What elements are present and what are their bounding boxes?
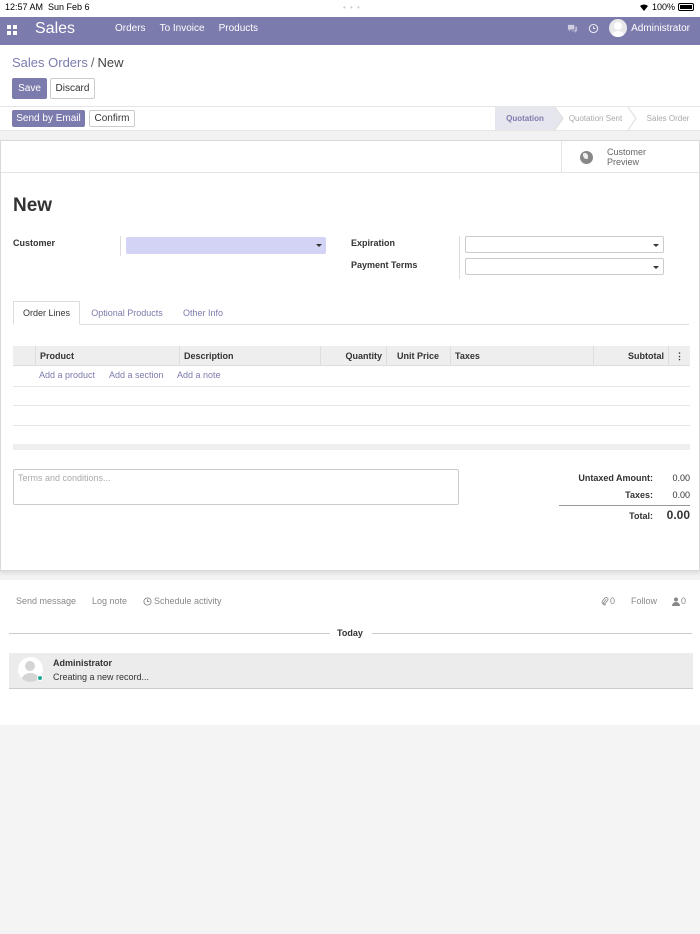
app-brand[interactable]: Sales — [35, 20, 75, 38]
status-date: Sun Feb 6 — [48, 2, 90, 12]
add-note-link[interactable]: Add a note — [177, 370, 221, 380]
confirm-button[interactable]: Confirm — [89, 110, 135, 127]
main-menu: Orders To Invoice Products — [115, 23, 258, 34]
log-note-button[interactable]: Log note — [92, 596, 127, 606]
col-quantity[interactable]: Quantity — [320, 346, 386, 366]
date-separator-label: Today — [337, 628, 363, 638]
table-row — [13, 425, 690, 426]
customer-label: Customer — [13, 238, 56, 248]
tab-order-lines[interactable]: Order Lines — [13, 301, 80, 325]
taxes-label: Taxes: — [625, 490, 653, 500]
paperclip-icon — [601, 596, 609, 605]
tab-optional-products[interactable]: Optional Products — [83, 301, 171, 325]
discard-button[interactable]: Discard — [50, 78, 95, 99]
online-status-icon — [37, 675, 43, 681]
chevron-down-icon — [653, 266, 659, 269]
customer-field[interactable] — [126, 237, 326, 254]
attachments-button[interactable]: 0 — [601, 596, 615, 606]
col-description[interactable]: Description — [179, 346, 320, 366]
column-options-icon[interactable]: ⋮ — [668, 346, 690, 366]
follow-button[interactable]: Follow — [631, 596, 657, 606]
schedule-activity-label: Schedule activity — [154, 596, 222, 606]
taxes-value: 0.00 — [672, 490, 690, 500]
notebook-tabs: Order Lines Optional Products Other Info — [13, 301, 689, 325]
col-subtotal[interactable]: Subtotal — [593, 346, 668, 366]
wifi-icon — [639, 4, 648, 11]
menu-to-invoice[interactable]: To Invoice — [160, 23, 205, 34]
col-product[interactable]: Product — [35, 346, 179, 366]
col-taxes[interactable]: Taxes — [450, 346, 593, 366]
add-product-link[interactable]: Add a product — [39, 370, 95, 380]
chatter: Send message Log note Schedule activity … — [0, 580, 700, 725]
payment-terms-label: Payment Terms — [351, 260, 418, 270]
battery-icon — [678, 3, 694, 11]
total-value: 0.00 — [666, 508, 690, 522]
add-section-link[interactable]: Add a section — [109, 370, 164, 380]
send-message-button[interactable]: Send message — [16, 596, 76, 606]
customer-preview-label-1: Customer — [607, 147, 647, 157]
form-statusbar: Send by Email Confirm Quotation Quotatio… — [0, 106, 700, 131]
record-title: New — [13, 195, 53, 216]
date-separator: Today — [0, 628, 700, 640]
attachments-count: 0 — [610, 596, 616, 606]
expiration-label: Expiration — [351, 238, 396, 248]
menu-products[interactable]: Products — [219, 23, 258, 34]
breadcrumb-sales-orders[interactable]: Sales Orders — [12, 55, 88, 70]
activity-clock-icon[interactable] — [588, 23, 599, 34]
stage-quotation[interactable]: Quotation — [495, 107, 555, 130]
user-avatar — [609, 19, 628, 37]
form-sheet: Customer Preview New Customer Expiration… — [0, 140, 700, 571]
followers-count: 0 — [681, 596, 687, 606]
messages-icon[interactable] — [567, 23, 578, 34]
followers-button[interactable]: 0 — [672, 596, 686, 606]
chatter-message: Administrator Creating a new record... — [9, 653, 693, 689]
table-header: Product Description Quantity Unit Price … — [13, 346, 690, 366]
schedule-activity-button[interactable]: Schedule activity — [143, 596, 222, 606]
customer-preview-button[interactable]: Customer Preview — [561, 141, 699, 173]
expiration-field[interactable] — [465, 236, 664, 253]
table-footer — [13, 444, 690, 450]
stage-sales-order[interactable]: Sales Order — [638, 107, 698, 130]
multitask-dots-icon: • • • — [343, 3, 361, 12]
breadcrumb: Sales Orders / New — [12, 55, 124, 70]
empty-background — [0, 725, 700, 934]
button-box: Customer Preview — [1, 141, 699, 173]
table-row — [13, 405, 690, 406]
message-author[interactable]: Administrator — [53, 658, 112, 668]
send-by-email-button[interactable]: Send by Email — [12, 110, 85, 127]
battery-percent: 100% — [651, 2, 675, 12]
untaxed-amount-label: Untaxed Amount: — [578, 473, 653, 483]
breadcrumb-current: New — [97, 55, 124, 70]
table-row — [13, 386, 690, 387]
top-navbar: Sales Orders To Invoice Products Adminis… — [0, 17, 700, 45]
breadcrumb-separator: / — [90, 55, 95, 70]
terms-and-conditions-field[interactable]: Terms and conditions... — [13, 469, 459, 505]
clock-icon — [143, 596, 152, 606]
payment-terms-field[interactable] — [465, 258, 664, 275]
user-menu[interactable]: Administrator — [609, 19, 690, 37]
message-body: Creating a new record... — [53, 672, 150, 682]
tab-other-info[interactable]: Other Info — [175, 301, 231, 325]
customer-preview-label-2: Preview — [607, 157, 640, 167]
total-label: Total: — [629, 511, 653, 521]
stage-arrow-icon — [628, 107, 637, 130]
menu-orders[interactable]: Orders — [115, 23, 146, 34]
stage-quotation-sent[interactable]: Quotation Sent — [563, 107, 628, 130]
globe-icon — [580, 150, 593, 164]
save-button[interactable]: Save — [12, 78, 47, 99]
untaxed-amount-value: 0.00 — [672, 473, 690, 483]
chevron-down-icon — [653, 244, 659, 247]
device-status-bar: 12:57 AM Sun Feb 6 • • • 100% — [0, 0, 700, 17]
user-name: Administrator — [631, 22, 690, 34]
user-icon — [672, 597, 680, 606]
col-unit-price[interactable]: Unit Price — [386, 346, 443, 366]
apps-menu-icon[interactable] — [7, 25, 17, 35]
status-time: 12:57 AM — [5, 2, 44, 12]
chevron-down-icon — [316, 244, 322, 247]
